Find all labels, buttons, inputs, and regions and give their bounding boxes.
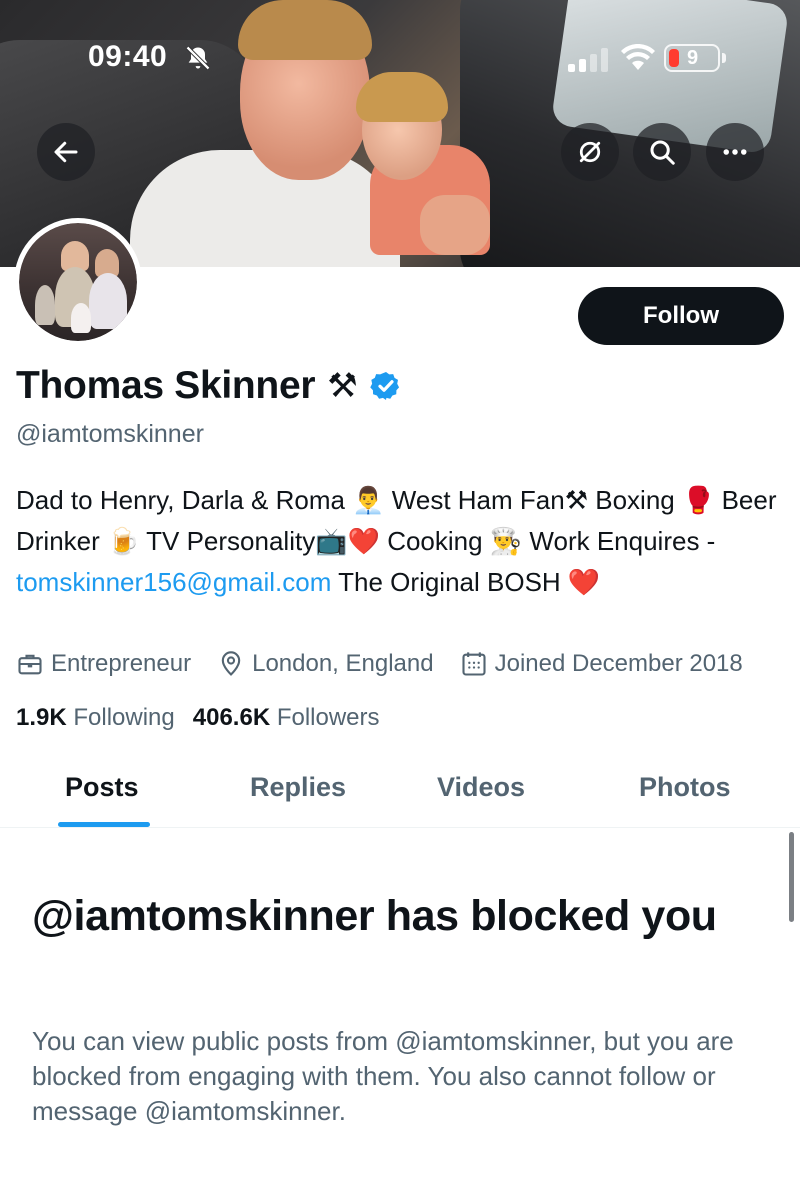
more-icon	[723, 149, 747, 155]
profile-bio: Dad to Henry, Darla & Roma 👨‍💼 West Ham …	[16, 480, 786, 603]
wifi-icon	[621, 44, 655, 70]
meta-occupation: Entrepreneur	[16, 650, 191, 678]
bio-text: Cooking	[379, 526, 490, 556]
following-link[interactable]: 1.9K Following	[16, 704, 175, 732]
banner-child-hair	[356, 72, 448, 122]
bio-text: Boxing	[588, 485, 682, 515]
bio-emoji: ❤️	[347, 527, 380, 557]
following-count: 1.9K	[16, 704, 67, 731]
avatar-child-1	[35, 285, 55, 325]
followers-link[interactable]: 406.6K Followers	[193, 704, 380, 732]
location-text: London, England	[252, 650, 434, 677]
battery-tip	[722, 53, 726, 63]
blocked-title: @iamtomskinner has blocked you	[32, 892, 717, 940]
bio-text: West Ham Fan	[384, 485, 565, 515]
hammer-pick-emoji: ⚒	[327, 366, 358, 406]
tab-replies[interactable]: Replies	[250, 772, 346, 803]
blocked-message: You can view public posts from @iamtomsk…	[32, 1026, 734, 1126]
bio-text: TV Personality	[139, 526, 316, 556]
bio-emoji: 🍺	[107, 527, 140, 557]
bio-text: The Original BOSH	[331, 567, 568, 597]
followers-label: Followers	[276, 704, 380, 731]
bio-text: Work Enquires -	[522, 526, 716, 556]
signal-icon	[568, 48, 608, 72]
bio-emoji: 👨‍🍳	[489, 527, 523, 557]
bell-slash-icon	[186, 46, 210, 70]
profile-tabs: Posts Replies Videos Photos	[0, 750, 800, 828]
battery-icon: 9	[664, 44, 720, 72]
battery-percent: 9	[687, 46, 699, 69]
joined-text: Joined December 2018	[494, 650, 743, 677]
location-pin-icon	[221, 651, 241, 676]
profile-meta: Entrepreneur London, England Joined Dece…	[16, 650, 743, 678]
follow-button[interactable]: Follow	[578, 287, 784, 345]
followers-count: 406.6K	[192, 704, 271, 731]
search-icon	[650, 140, 675, 165]
briefcase-icon	[18, 654, 42, 675]
tab-photos[interactable]: Photos	[639, 772, 731, 803]
profile-handle: @iamtomskinner	[16, 420, 204, 448]
hide-icon	[579, 141, 601, 163]
status-time: 09:40	[88, 40, 168, 73]
bio-emoji: 🥊	[681, 486, 715, 516]
avatar-person-dress	[89, 273, 127, 329]
meta-joined: Joined December 2018	[460, 650, 743, 678]
bio-emoji: ❤️	[567, 568, 601, 598]
verified-badge-icon[interactable]	[369, 370, 402, 402]
display-name: Thomas Skinner	[16, 364, 316, 407]
tab-videos[interactable]: Videos	[437, 772, 525, 803]
banner-thumbs-up	[420, 195, 490, 255]
calendar-icon	[462, 652, 486, 676]
banner-man-hair	[238, 0, 372, 60]
occupation-text: Entrepreneur	[51, 650, 192, 677]
avatar[interactable]	[14, 218, 142, 346]
bio-email-link[interactable]: tomskinner156@gmail.com	[16, 567, 331, 597]
back-button[interactable]	[37, 123, 95, 181]
bio-emoji: ⚒	[564, 486, 589, 516]
profile-stats: 1.9K Following 406.6K Followers	[16, 704, 398, 732]
scrollbar[interactable]	[789, 832, 794, 922]
more-button[interactable]	[706, 123, 764, 181]
banner-man-shirt	[130, 150, 400, 267]
tab-posts[interactable]: Posts	[65, 772, 139, 803]
tab-active-indicator	[58, 822, 150, 827]
avatar-photo	[19, 223, 137, 341]
bio-emoji: 📺	[315, 527, 348, 557]
meta-location: London, England	[217, 650, 434, 678]
avatar-child-2	[71, 303, 91, 333]
bio-emoji: 👨‍💼	[352, 486, 385, 516]
hide-button[interactable]	[561, 123, 619, 181]
following-label: Following	[73, 704, 175, 731]
battery-level	[669, 49, 679, 67]
bio-text: Dad to Henry, Darla & Roma	[16, 485, 353, 515]
profile-name-row: Thomas Skinner ⚒	[16, 364, 402, 408]
back-arrow-icon	[54, 141, 78, 163]
search-button[interactable]	[633, 123, 691, 181]
